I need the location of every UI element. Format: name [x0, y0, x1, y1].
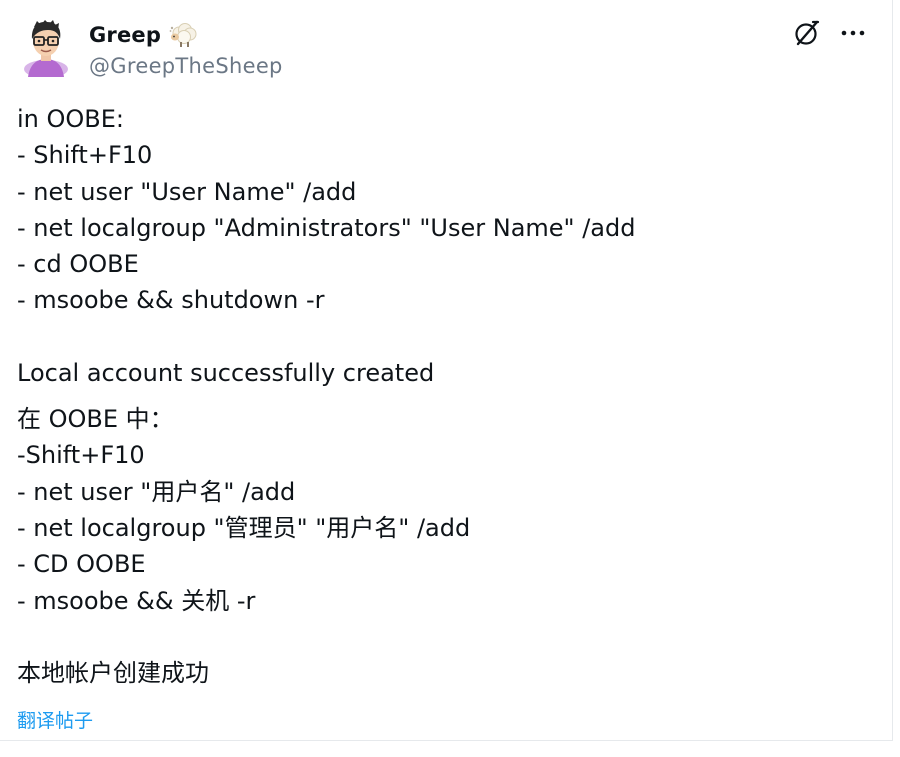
post-line: in OOBE:	[17, 105, 125, 133]
post-line-zh: - net localgroup "管理员" "用户名" /add	[17, 513, 471, 542]
post-line-zh: - msoobe && 关机 -r	[17, 586, 256, 615]
post-line: - msoobe && shutdown -r	[17, 286, 325, 315]
avatar[interactable]	[22, 19, 70, 78]
author-name-row[interactable]: Greep	[89, 21, 199, 49]
post-line: - net user "User Name" /add	[17, 177, 357, 206]
post-line: - net localgroup "Administrators" "User …	[17, 213, 636, 242]
post-body: in OOBE: - Shift+F10 - net user "User Na…	[17, 101, 857, 691]
post-result-en: Local account successfully created	[17, 358, 435, 387]
post-card: Greep @GreepTheSheep in OOBE: - Shift+F1…	[0, 0, 893, 741]
post-actions	[792, 18, 868, 48]
sheep-icon	[169, 22, 199, 48]
post-line: - cd OOBE	[17, 250, 139, 279]
post-line-zh: 在 OOBE 中：	[17, 405, 174, 434]
user-handle[interactable]: @GreepTheSheep	[89, 52, 283, 80]
post-result-zh: 本地帐户创建成功	[17, 658, 209, 687]
translate-post-link[interactable]: 翻译帖子	[17, 708, 93, 734]
display-name[interactable]: Greep	[89, 21, 161, 49]
post-line-zh: - net user "用户名" /add	[17, 477, 296, 506]
slash-circle-icon[interactable]	[792, 18, 822, 48]
post-line-zh: -Shift+F10	[17, 441, 145, 470]
more-horizontal-icon[interactable]	[838, 18, 868, 48]
post-line: - Shift+F10	[17, 141, 153, 170]
post-line-zh: - CD OOBE	[17, 550, 146, 579]
